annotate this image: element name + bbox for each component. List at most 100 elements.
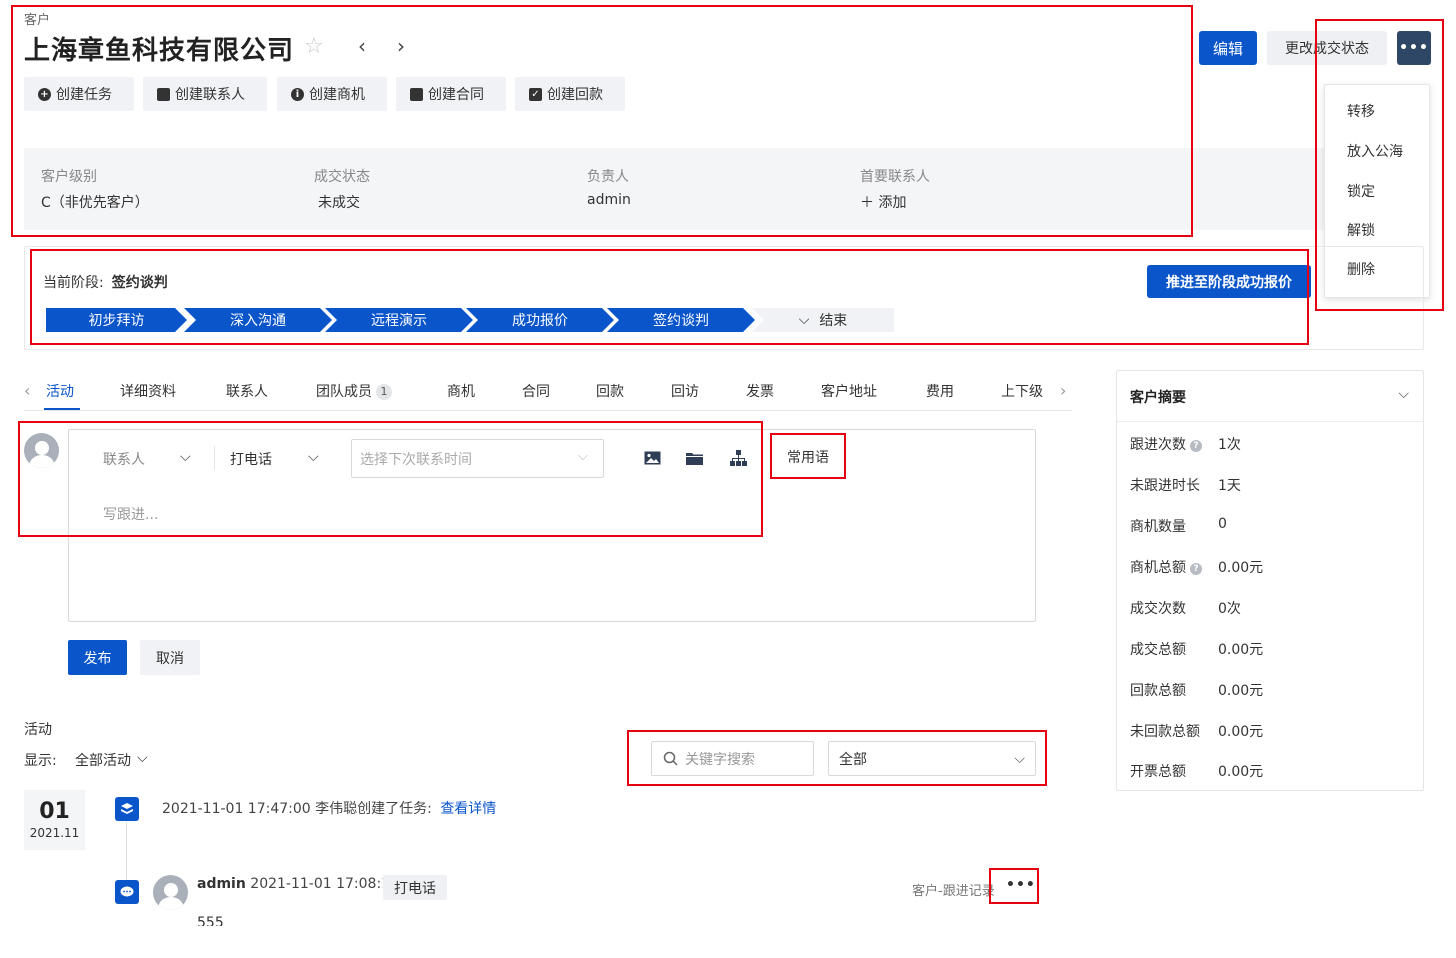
common-phrases-button[interactable]: 常用语 xyxy=(772,437,844,477)
menu-item-public-pool[interactable]: 放入公海 xyxy=(1347,141,1403,161)
stage-step-2[interactable]: 深入沟通 xyxy=(184,308,332,332)
contact-method-value: 打电话 xyxy=(230,452,272,468)
activity-body: 555 xyxy=(197,915,224,926)
activity-source-select[interactable]: 全部 ⌵ xyxy=(828,741,1036,776)
deal-status-label: 成交状态 xyxy=(314,169,370,185)
summary-row-value: 0.00元 xyxy=(1218,724,1264,740)
folder-icon[interactable] xyxy=(686,450,703,469)
tab-hierarchy[interactable]: 上下级 xyxy=(1001,381,1051,401)
current-stage-value: 签约谈判 xyxy=(111,275,168,291)
avatar xyxy=(24,433,59,468)
date-day: 01 xyxy=(39,799,70,824)
create-opportunity-label: 创建商机 xyxy=(309,87,365,103)
image-icon[interactable] xyxy=(644,450,661,469)
create-payment-button[interactable]: ✓ 创建回款 xyxy=(515,77,625,111)
add-primary-contact-link[interactable]: ＋ 添加 xyxy=(860,192,906,212)
summary-title: 客户摘要 xyxy=(1130,390,1186,406)
stage-step-5[interactable]: 签约谈判 xyxy=(607,308,755,332)
summary-row-value: 0.00元 xyxy=(1218,560,1264,576)
chevron-down-icon: ⌵ xyxy=(1398,386,1409,402)
activity-type-filter[interactable]: 全部活动 ⌵ xyxy=(75,750,148,770)
clipboard-icon xyxy=(157,87,170,101)
publish-button[interactable]: 发布 xyxy=(68,640,127,675)
activity-entry-task: 2021-11-01 17:47:00 李伟聪创建了任务: 查看详情 xyxy=(162,798,496,818)
chevron-down-icon: ⌵ xyxy=(308,449,319,465)
next-record-icon[interactable]: › xyxy=(397,34,405,58)
clipboard-icon xyxy=(410,87,423,101)
date-tile: 01 2021.11 xyxy=(24,790,85,850)
cancel-button[interactable]: 取消 xyxy=(140,640,200,675)
tab-opportunities[interactable]: 商机 xyxy=(447,381,475,401)
summary-row-label: 未回款总额 xyxy=(1130,724,1200,740)
avatar xyxy=(153,875,188,910)
date-month: 2021.11 xyxy=(29,826,80,840)
create-contract-label: 创建合同 xyxy=(428,87,484,103)
summary-row-label: 开票总额 xyxy=(1130,764,1186,780)
activity-source-value: 全部 xyxy=(839,751,867,768)
tab-team-members[interactable]: 团队成员 1 xyxy=(316,381,392,401)
tab-return-visits[interactable]: 回访 xyxy=(671,381,699,401)
edit-button[interactable]: 编辑 xyxy=(1199,31,1257,65)
deal-status-value: 未成交 xyxy=(318,195,360,211)
summary-row-value: 1次 xyxy=(1218,437,1241,453)
menu-item-lock[interactable]: 锁定 xyxy=(1347,181,1375,201)
create-task-button[interactable]: + 创建任务 xyxy=(24,77,134,111)
view-details-link[interactable]: 查看详情 xyxy=(440,801,496,817)
tab-contacts[interactable]: 联系人 xyxy=(226,381,268,401)
summary-row-label: 回款总额 xyxy=(1130,683,1186,699)
summary-row-label: 跟进次数? xyxy=(1130,434,1202,454)
keyword-search-input[interactable]: 关键字搜索 xyxy=(651,741,814,776)
create-opportunity-button[interactable]: i 创建商机 xyxy=(277,77,387,111)
stage-panel xyxy=(24,246,1424,350)
menu-item-unlock[interactable]: 解锁 xyxy=(1347,220,1375,240)
contact-method-select[interactable]: 打电话 xyxy=(230,449,272,469)
tab-contracts[interactable]: 合同 xyxy=(522,381,550,401)
stage-step-4[interactable]: 成功报价 xyxy=(466,308,614,332)
stage-step-1[interactable]: 初步拜访 xyxy=(46,308,187,332)
chevron-down-icon: ⌵ xyxy=(137,750,148,766)
summary-row-label: 成交总额 xyxy=(1130,642,1186,658)
activity-time: 2021-11-01 17:08:19 xyxy=(250,876,399,892)
current-stage-label: 当前阶段: xyxy=(43,275,104,291)
page-title: 上海章鱼科技有限公司 xyxy=(24,36,295,66)
more-actions-button[interactable]: ••• xyxy=(1397,31,1431,65)
advance-stage-button[interactable]: 推进至阶段成功报价 xyxy=(1147,265,1311,298)
chevron-down-icon: ⌵ xyxy=(578,449,588,464)
contact-select[interactable]: 联系人 xyxy=(103,449,145,469)
tab-payments[interactable]: 回款 xyxy=(596,381,624,401)
tab-invoices[interactable]: 发票 xyxy=(746,381,774,401)
menu-item-transfer[interactable]: 转移 xyxy=(1347,101,1375,121)
previous-record-icon[interactable]: ‹ xyxy=(358,34,366,58)
create-contact-button[interactable]: 创建联系人 xyxy=(143,77,267,111)
tabs-scroll-right-icon[interactable]: › xyxy=(1060,381,1066,400)
change-deal-status-button[interactable]: 更改成交状态 xyxy=(1267,31,1387,65)
tab-activity[interactable]: 活动 xyxy=(46,381,74,401)
help-icon[interactable]: ? xyxy=(1190,563,1202,575)
summary-header[interactable]: 客户摘要 ⌵ xyxy=(1117,371,1423,422)
customer-summary-card: 客户摘要 ⌵ 跟进次数? 1次 未跟进时长 1天 商机数量 0 商机总额? 0.… xyxy=(1116,370,1424,791)
star-icon[interactable]: ☆ xyxy=(304,34,324,59)
tabs-divider xyxy=(24,410,1072,411)
create-contract-button[interactable]: 创建合同 xyxy=(396,77,506,111)
level-label: 客户级别 xyxy=(41,169,97,185)
breadcrumb[interactable]: 客户 xyxy=(24,9,50,28)
summary-row-label: 未跟进时长 xyxy=(1130,478,1200,494)
stage-step-end[interactable]: ⌵ 结束 xyxy=(752,308,894,332)
tab-details[interactable]: 详细资料 xyxy=(120,381,176,401)
help-icon[interactable]: ? xyxy=(1190,440,1202,452)
summary-row-value: 0次 xyxy=(1218,601,1241,617)
plus-circle-icon: + xyxy=(38,87,51,101)
activity-type-value: 全部活动 xyxy=(75,753,131,769)
activity-more-icon[interactable]: ••• xyxy=(1006,877,1036,893)
tabs-scroll-left-icon[interactable]: ‹ xyxy=(24,381,30,400)
chevron-down-icon: ⌵ xyxy=(180,449,191,465)
org-chart-icon[interactable] xyxy=(730,450,747,470)
follow-up-textarea[interactable]: 写跟进... xyxy=(103,504,703,584)
tab-expenses[interactable]: 费用 xyxy=(926,381,954,401)
team-count-badge: 1 xyxy=(376,384,392,400)
select-divider xyxy=(214,446,215,470)
tab-addresses[interactable]: 客户地址 xyxy=(821,381,877,401)
level-value: C（非优先客户） xyxy=(41,195,149,211)
summary-row-value: 0.00元 xyxy=(1218,764,1264,780)
stage-step-3[interactable]: 远程演示 xyxy=(325,308,473,332)
